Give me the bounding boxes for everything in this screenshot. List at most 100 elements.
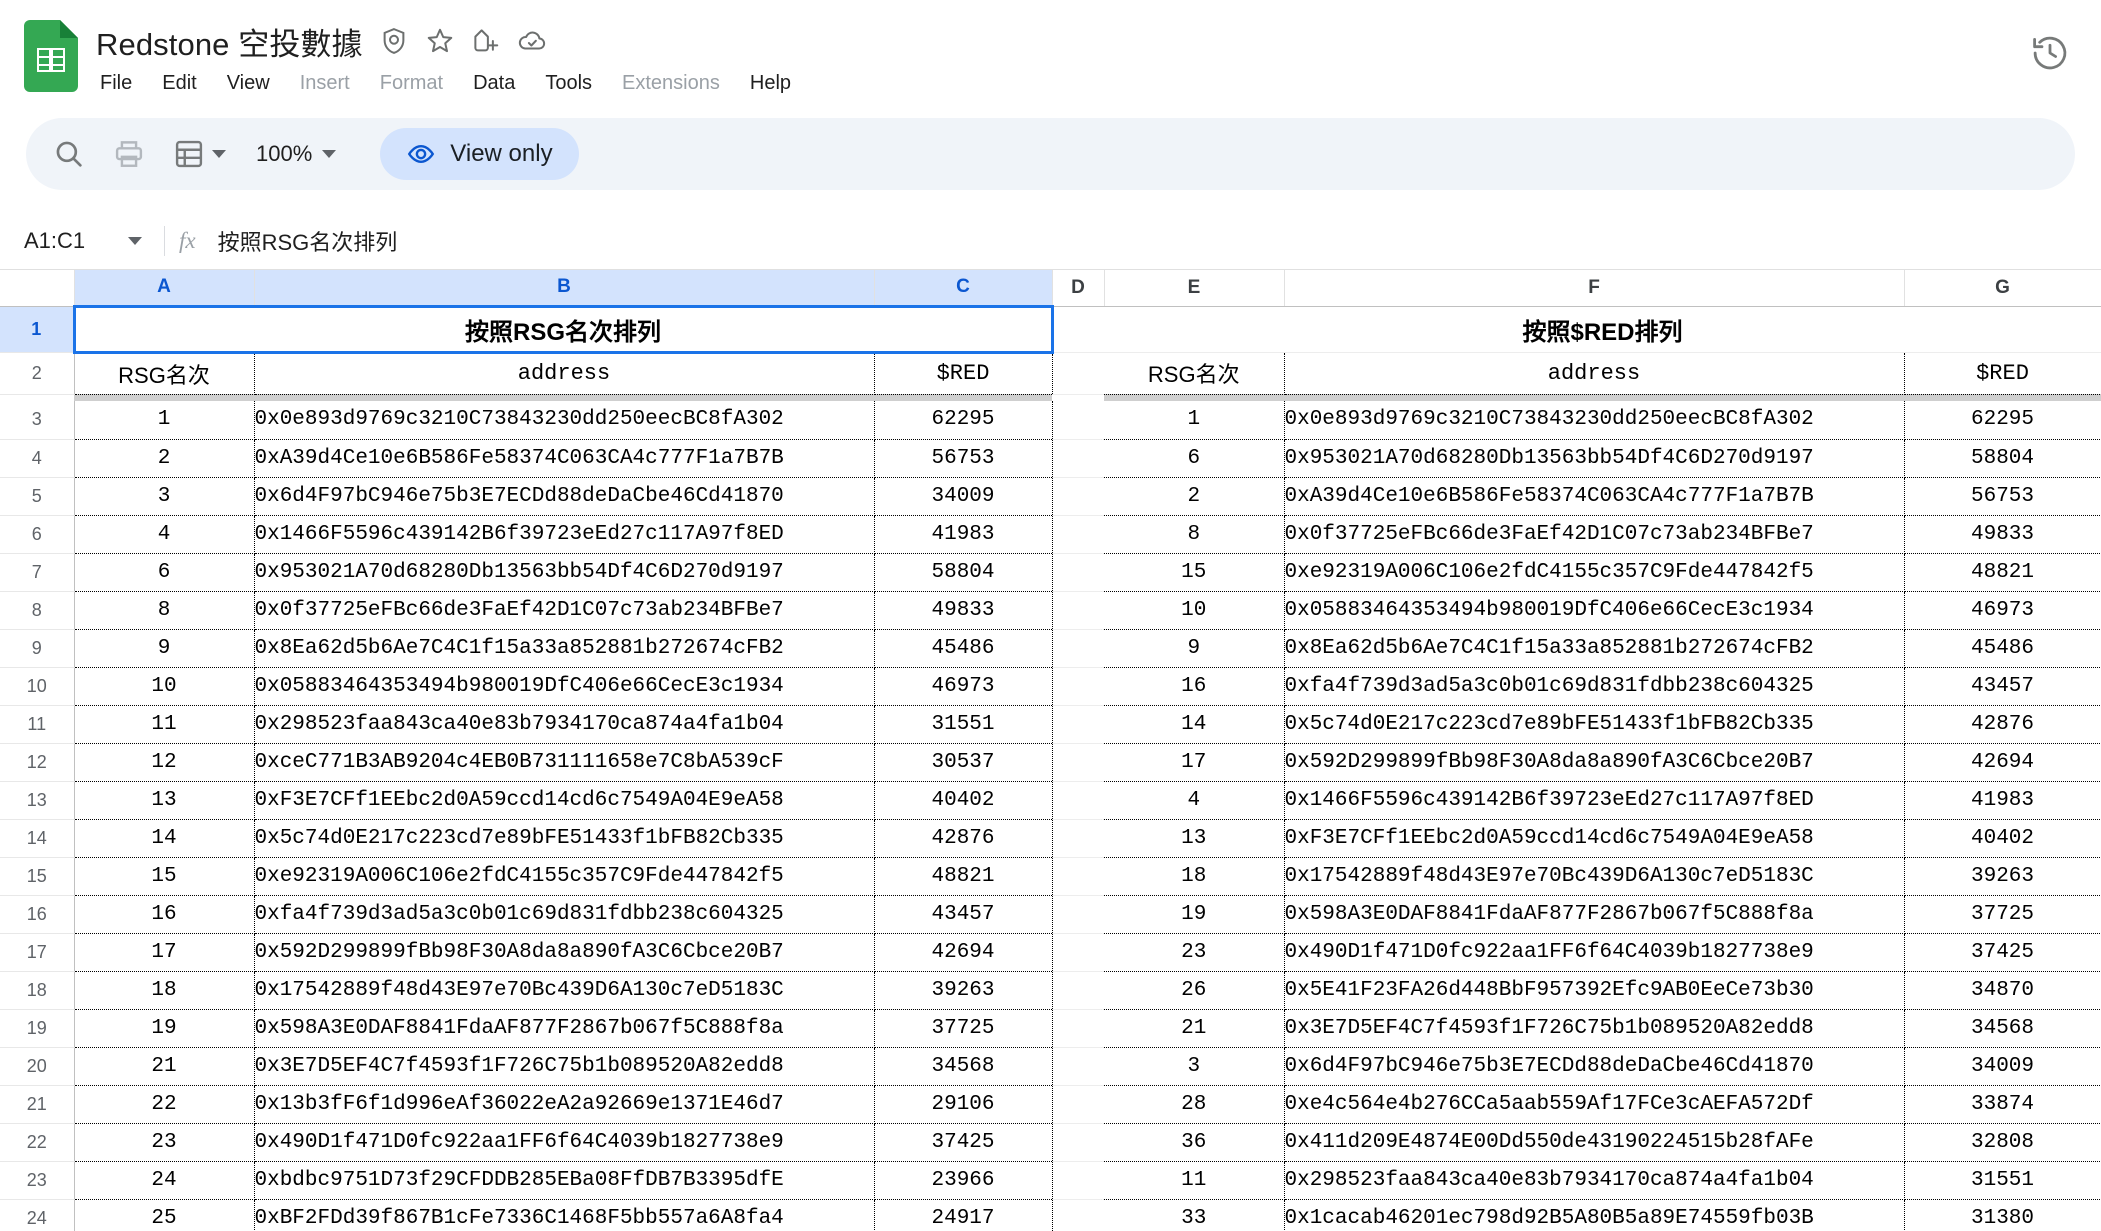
menu-item-insert[interactable]: Insert [298, 70, 352, 97]
right-cell-address[interactable]: 0xfa4f739d3ad5a3c0b01c69d831fdbb238c6043… [1284, 667, 1905, 706]
spacer-cell-d[interactable] [1052, 933, 1104, 972]
row-header-17[interactable]: 17 [0, 933, 75, 972]
right-cell-rank[interactable]: 19 [1104, 895, 1285, 934]
formula-input[interactable]: 按照RSG名次排列 [218, 225, 398, 257]
right-cell-address[interactable]: 0xF3E7CFf1EEbc2d0A59ccd14cd6c7549A04E9eA… [1284, 819, 1905, 858]
row-header-15[interactable]: 15 [0, 857, 75, 896]
row-header-11[interactable]: 11 [0, 705, 75, 744]
spacer-cell-d[interactable] [1052, 1123, 1104, 1162]
left-cell-address[interactable]: 0x13b3fF6f1d996eAf36022eA2a92669e1371E46… [254, 1085, 875, 1124]
left-cell-address[interactable]: 0xe92319A006C106e2fdC4155c357C9Fde447842… [254, 857, 875, 896]
right-cell-red[interactable]: 48821 [1904, 553, 2101, 592]
right-header-rank[interactable]: RSG名次 [1104, 352, 1285, 395]
left-cell-address[interactable]: 0x598A3E0DAF8841FdaAF877F2867b067f5C888f… [254, 1009, 875, 1048]
right-cell-red[interactable]: 42876 [1904, 705, 2101, 744]
left-cell-address[interactable]: 0xbdbc9751D73f29CFDDB285EBa08FfDB7B3395d… [254, 1161, 875, 1200]
left-cell-rank[interactable]: 3 [74, 477, 255, 516]
right-cell-red[interactable]: 33874 [1904, 1085, 2101, 1124]
left-cell-rank[interactable]: 12 [74, 743, 255, 782]
right-cell-rank[interactable]: 18 [1104, 857, 1285, 896]
right-header-address[interactable]: address [1284, 352, 1905, 395]
spacer-cell-d[interactable] [1052, 895, 1104, 934]
right-cell-red[interactable]: 49833 [1904, 515, 2101, 554]
right-cell-red[interactable]: 31551 [1904, 1161, 2101, 1200]
spacer-cell-d[interactable] [1052, 1199, 1104, 1231]
right-cell-address[interactable]: 0x8Ea62d5b6Ae7C4C1f15a33a852881b272674cF… [1284, 629, 1905, 668]
right-cell-red[interactable]: 39263 [1904, 857, 2101, 896]
sheet-view-chevron-down-icon[interactable] [212, 150, 226, 158]
left-cell-address[interactable]: 0x1466F5596c439142B6f39723eEd27c117A97f8… [254, 515, 875, 554]
right-cell-rank[interactable]: 28 [1104, 1085, 1285, 1124]
sheet-view-icon[interactable] [172, 137, 206, 171]
right-cell-red[interactable]: 46973 [1904, 591, 2101, 630]
right-cell-rank[interactable]: 14 [1104, 705, 1285, 744]
right-cell-address[interactable]: 0x953021A70d68280Db13563bb54Df4C6D270d91… [1284, 439, 1905, 478]
left-cell-red[interactable]: 43457 [874, 895, 1053, 934]
left-cell-rank[interactable]: 13 [74, 781, 255, 820]
left-cell-address[interactable]: 0x3E7D5EF4C7f4593f1F726C75b1b089520A82ed… [254, 1047, 875, 1086]
left-cell-rank[interactable]: 10 [74, 667, 255, 706]
right-cell-address[interactable]: 0x1466F5596c439142B6f39723eEd27c117A97f8… [1284, 781, 1905, 820]
right-cell-address[interactable]: 0xe92319A006C106e2fdC4155c357C9Fde447842… [1284, 553, 1905, 592]
left-cell-address[interactable]: 0xBF2FDd39f867B1cFe7336C1468F5bb557a6A8f… [254, 1199, 875, 1231]
spacer-cell-d[interactable] [1052, 591, 1104, 630]
left-cell-red[interactable]: 42876 [874, 819, 1053, 858]
spacer-cell-d[interactable] [1052, 1009, 1104, 1048]
left-cell-rank[interactable]: 25 [74, 1199, 255, 1231]
row-header-13[interactable]: 13 [0, 781, 75, 820]
spacer-cell-d[interactable] [1052, 971, 1104, 1010]
left-cell-rank[interactable]: 2 [74, 439, 255, 478]
right-cell-address[interactable]: 0x05883464353494b980019DfC406e66CecE3c19… [1284, 591, 1905, 630]
left-cell-red[interactable]: 41983 [874, 515, 1053, 554]
right-cell-rank[interactable]: 4 [1104, 781, 1285, 820]
row-header-10[interactable]: 10 [0, 667, 75, 706]
right-cell-rank[interactable]: 13 [1104, 819, 1285, 858]
row-header-24[interactable]: 24 [0, 1199, 75, 1231]
right-cell-rank[interactable]: 10 [1104, 591, 1285, 630]
left-cell-red[interactable]: 34009 [874, 477, 1053, 516]
right-cell-rank[interactable]: 21 [1104, 1009, 1285, 1048]
left-cell-red[interactable]: 42694 [874, 933, 1053, 972]
left-cell-rank[interactable]: 14 [74, 819, 255, 858]
column-header-e[interactable]: E [1104, 270, 1285, 307]
right-cell-rank[interactable]: 11 [1104, 1161, 1285, 1200]
version-history-icon[interactable] [2029, 32, 2071, 74]
right-cell-address[interactable]: 0x490D1f471D0fc922aa1FF6f64C4039b1827738… [1284, 933, 1905, 972]
spacer-cell-d[interactable] [1052, 1085, 1104, 1124]
spacer-cell-d[interactable] [1052, 819, 1104, 858]
left-cell-address[interactable]: 0x05883464353494b980019DfC406e66CecE3c19… [254, 667, 875, 706]
left-cell-address[interactable]: 0x298523faa843ca40e83b7934170ca874a4fa1b… [254, 705, 875, 744]
left-cell-rank[interactable]: 24 [74, 1161, 255, 1200]
left-cell-red[interactable]: 31551 [874, 705, 1053, 744]
left-cell-red[interactable]: 34568 [874, 1047, 1053, 1086]
row-header-19[interactable]: 19 [0, 1009, 75, 1048]
zoom-chevron-down-icon[interactable] [322, 150, 337, 158]
left-cell-red[interactable]: 46973 [874, 667, 1053, 706]
left-cell-rank[interactable]: 23 [74, 1123, 255, 1162]
left-cell-address[interactable]: 0x17542889f48d43E97e70Bc439D6A130c7eD518… [254, 971, 875, 1010]
left-header-address[interactable]: address [254, 352, 875, 395]
left-cell-red[interactable]: 24917 [874, 1199, 1053, 1231]
spacer-cell-d[interactable] [1052, 629, 1104, 668]
right-cell-address[interactable]: 0x411d209E4874E00Dd550de43190224515b28fA… [1284, 1123, 1905, 1162]
menu-item-view[interactable]: View [225, 70, 272, 97]
row-header-16[interactable]: 16 [0, 895, 75, 934]
column-header-d[interactable]: D [1052, 270, 1105, 307]
right-cell-red[interactable]: 31380 [1904, 1199, 2101, 1231]
row-header-8[interactable]: 8 [0, 591, 75, 630]
view-only-button[interactable]: View only [380, 128, 579, 180]
left-cell-rank[interactable]: 6 [74, 553, 255, 592]
right-cell-red[interactable]: 34568 [1904, 1009, 2101, 1048]
menu-item-file[interactable]: File [98, 70, 134, 97]
right-cell-rank[interactable]: 36 [1104, 1123, 1285, 1162]
left-cell-red[interactable]: 58804 [874, 553, 1053, 592]
right-cell-red[interactable]: 58804 [1904, 439, 2101, 478]
left-cell-address[interactable]: 0x592D299899fBb98F30A8da8a890fA3C6Cbce20… [254, 933, 875, 972]
right-cell-address[interactable]: 0x17542889f48d43E97e70Bc439D6A130c7eD518… [1284, 857, 1905, 896]
left-cell-red[interactable]: 45486 [874, 629, 1053, 668]
left-cell-red[interactable]: 48821 [874, 857, 1053, 896]
right-cell-address[interactable]: 0x298523faa843ca40e83b7934170ca874a4fa1b… [1284, 1161, 1905, 1200]
right-cell-red[interactable]: 43457 [1904, 667, 2101, 706]
right-cell-red[interactable]: 37725 [1904, 895, 2101, 934]
left-cell-address[interactable]: 0xfa4f739d3ad5a3c0b01c69d831fdbb238c6043… [254, 895, 875, 934]
